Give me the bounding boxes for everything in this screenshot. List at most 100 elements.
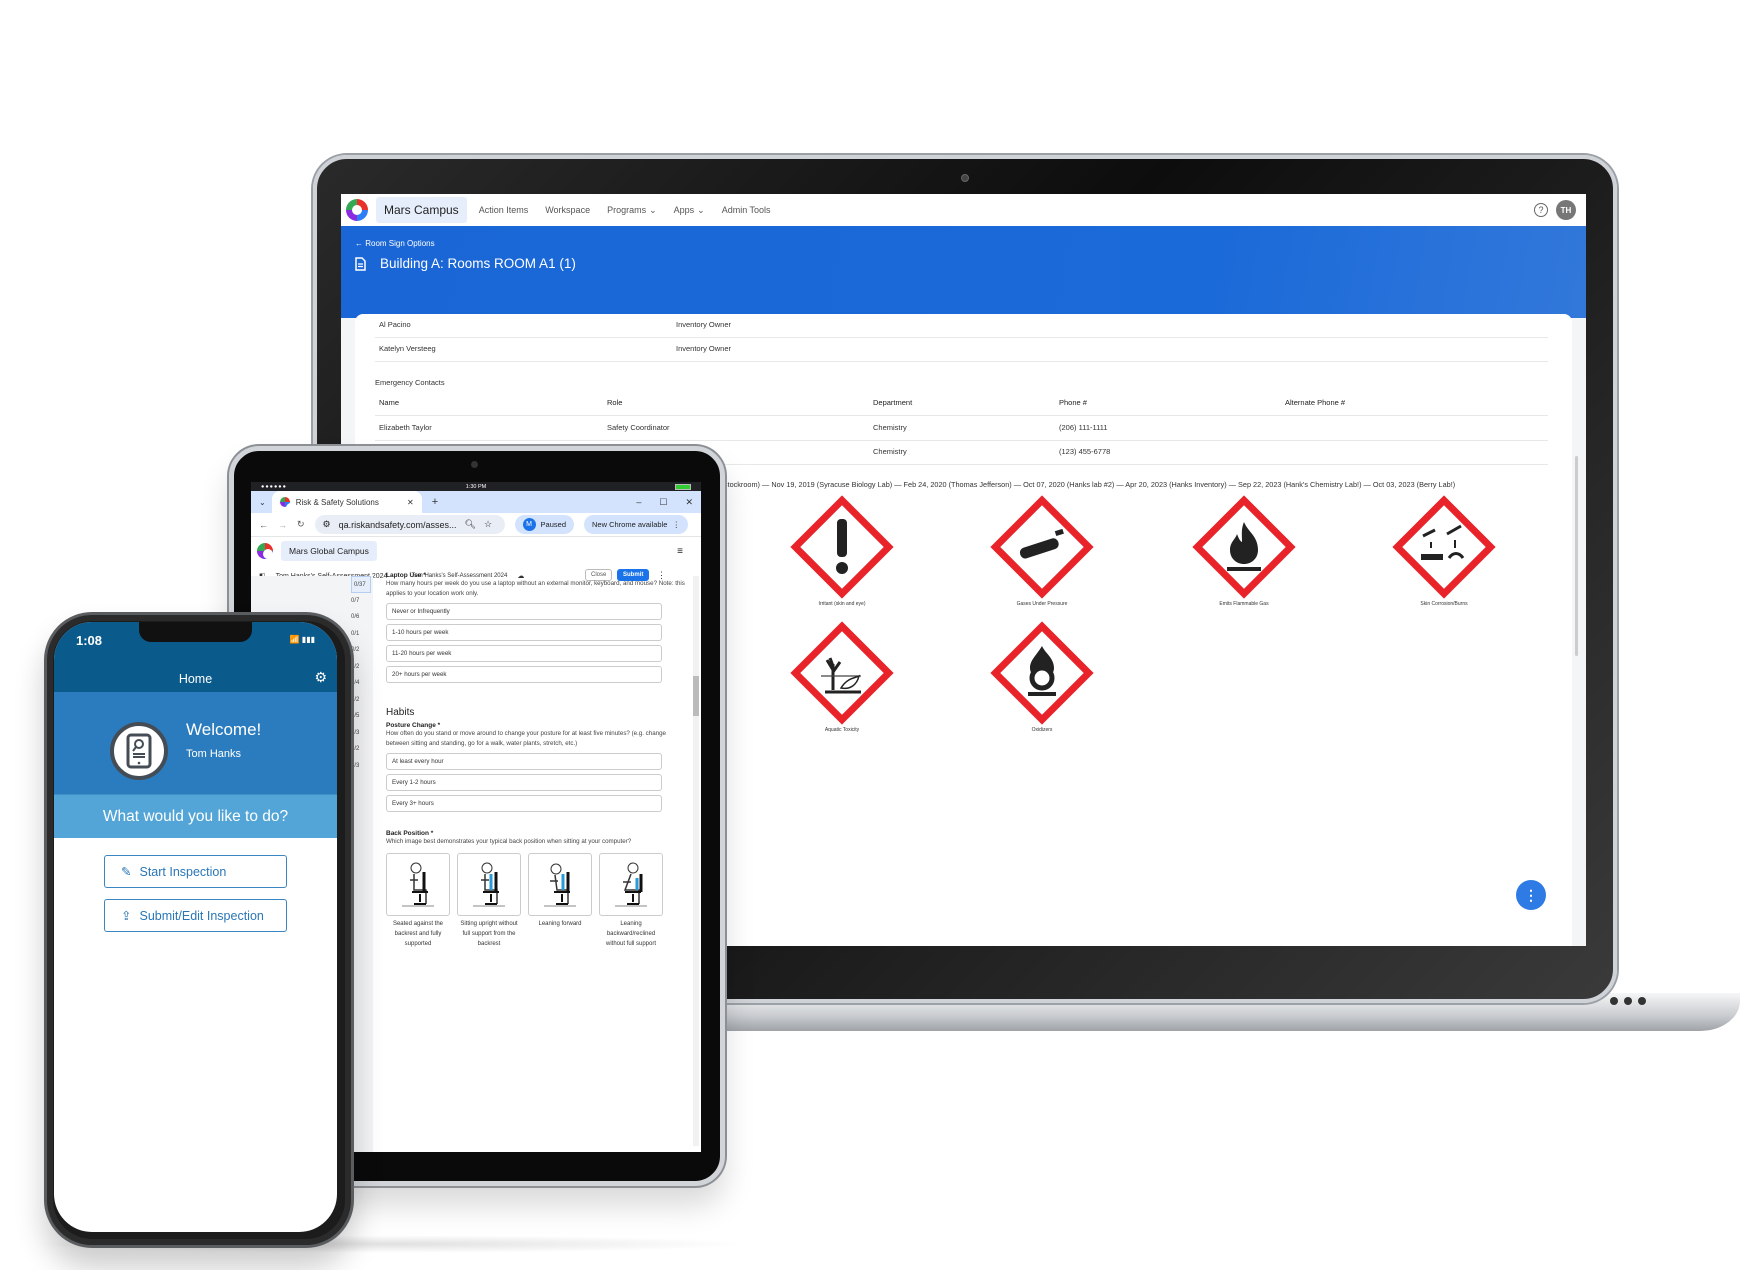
nav-programs[interactable]: Programs ⌄ bbox=[607, 205, 657, 216]
question-description: Which image best demonstrates your typic… bbox=[386, 838, 632, 845]
wifi-battery-icon: 📶 ▮▮▮ bbox=[289, 635, 315, 644]
exclamation-icon bbox=[790, 495, 894, 599]
posture-label: Leaning forward bbox=[538, 921, 582, 927]
posture-option[interactable]: Sitting upright without full support fro… bbox=[457, 853, 521, 949]
nav-label: Admin Tools bbox=[721, 205, 771, 215]
tablet-status-bar: ●●●●●● 1:30 PM bbox=[251, 482, 701, 491]
section-count[interactable]: 0/3 bbox=[351, 758, 371, 775]
section-count[interactable]: 0/5 bbox=[351, 708, 371, 725]
user-avatar[interactable]: TH bbox=[1556, 200, 1576, 220]
posture-image-options: Seated against the backrest and fully su… bbox=[386, 853, 686, 949]
section-heading: Habits bbox=[386, 707, 415, 718]
back-icon[interactable]: ← bbox=[259, 520, 268, 530]
column-header-phone: Phone # bbox=[1059, 398, 1087, 407]
battery-icon bbox=[675, 483, 691, 490]
page-title: Building A: Rooms ROOM A1 (1) bbox=[355, 256, 576, 271]
answer-option[interactable]: 11-20 hours per week bbox=[386, 645, 662, 662]
app-header: Mars Global Campus ≡ bbox=[251, 537, 701, 565]
gear-icon[interactable]: ⚙ bbox=[314, 669, 327, 686]
forward-icon[interactable]: → bbox=[278, 520, 287, 530]
address-bar[interactable]: ⚙ qa.riskandsafety.com/asses... 🔍︎ ☆ bbox=[314, 515, 505, 534]
browser-tab[interactable]: Risk & Safety Solutions ✕ bbox=[271, 491, 422, 513]
emergency-contacts-label: Emergency Contacts bbox=[375, 378, 445, 387]
section-count[interactable]: 0/3 bbox=[351, 725, 371, 742]
hamburger-menu-icon[interactable]: ≡ bbox=[677, 546, 683, 557]
phone-header: 1:08 📶 ▮▮▮ Home ⚙ bbox=[54, 622, 337, 692]
answer-option[interactable]: Never or Infrequently bbox=[386, 603, 662, 620]
question-description: How many hours per week do you use a lap… bbox=[386, 580, 685, 597]
bookmark-star-icon[interactable]: ☆ bbox=[484, 519, 492, 530]
section-count[interactable]: 0/2 bbox=[351, 741, 371, 758]
section-count[interactable]: 0/4 bbox=[351, 675, 371, 692]
section-count[interactable]: 0/2 bbox=[351, 659, 371, 676]
maximize-icon[interactable]: ☐ bbox=[659, 497, 667, 508]
form-scrollbar[interactable] bbox=[693, 576, 699, 1146]
page-scrollbar[interactable] bbox=[1575, 456, 1578, 656]
inventory-timeline: y Stockroom) — Nov 19, 2019 (Syracuse Bi… bbox=[717, 480, 1456, 489]
answer-option[interactable]: 20+ hours per week bbox=[386, 666, 662, 683]
browser-tab-strip: ⌄ Risk & Safety Solutions ✕ + – ☐ ✕ bbox=[251, 491, 701, 513]
close-tab-icon[interactable]: ✕ bbox=[407, 498, 414, 507]
top-nav: Mars Campus Action Items Workspace Progr… bbox=[341, 194, 1586, 226]
hazard-label: Gases Under Pressure bbox=[1016, 601, 1068, 607]
campus-selector[interactable]: Mars Global Campus bbox=[281, 541, 377, 561]
ghs-flammable: Emits Flammable Gas bbox=[1191, 494, 1297, 607]
app-logo-icon[interactable] bbox=[257, 543, 273, 559]
profile-avatar: M bbox=[522, 518, 536, 531]
contact-department: Chemistry bbox=[873, 423, 907, 432]
minimize-icon[interactable]: – bbox=[636, 497, 641, 508]
gas-cylinder-icon bbox=[990, 495, 1094, 599]
nav-label: Workspace bbox=[545, 205, 591, 215]
document-icon bbox=[355, 256, 366, 271]
section-count[interactable]: 0/2 bbox=[351, 642, 371, 659]
nav-apps[interactable]: Apps ⌄ bbox=[674, 205, 705, 216]
answer-option[interactable]: At least every hour bbox=[386, 753, 662, 770]
ghs-oxidizer: Oxidizers bbox=[989, 620, 1095, 733]
submit-edit-inspection-button[interactable]: ⇪ Submit/Edit Inspection bbox=[104, 899, 287, 932]
more-actions-fab[interactable]: ⋮ bbox=[1516, 880, 1546, 910]
signal-icon: ●●●●●● bbox=[261, 483, 287, 490]
posture-seated-icon bbox=[402, 862, 434, 906]
reload-icon[interactable]: ↻ bbox=[297, 519, 305, 530]
section-count[interactable]: 0/2 bbox=[351, 692, 371, 709]
chrome-update-button[interactable]: New Chrome available ⋮ bbox=[583, 515, 688, 534]
profile-button[interactable]: M Paused bbox=[514, 515, 574, 534]
posture-option[interactable]: Leaning forward bbox=[528, 853, 592, 949]
help-icon[interactable]: ? bbox=[1534, 203, 1548, 217]
app-logo-icon[interactable] bbox=[346, 199, 368, 221]
share-box-icon: ⇪ bbox=[121, 909, 132, 923]
favicon-icon bbox=[279, 497, 296, 513]
profile-status: Paused bbox=[540, 520, 566, 529]
section-count[interactable]: 0/37 bbox=[351, 576, 371, 593]
site-info-icon[interactable]: ⚙ bbox=[323, 519, 331, 530]
assessment-form: Laptop Use * How many hours per week do … bbox=[386, 572, 686, 949]
section-count[interactable]: 0/7 bbox=[351, 593, 371, 610]
answer-option[interactable]: Every 1-2 hours bbox=[386, 774, 662, 791]
posture-option[interactable]: Leaning backward/reclined without full s… bbox=[599, 853, 663, 949]
answer-option[interactable]: 1-10 hours per week bbox=[386, 624, 662, 641]
answer-option[interactable]: Every 3+ hours bbox=[386, 795, 662, 812]
tab-title: Risk & Safety Solutions bbox=[295, 497, 379, 507]
campus-selector[interactable]: Mars Campus bbox=[376, 197, 467, 223]
back-link[interactable]: ← Room Sign Options bbox=[355, 239, 435, 248]
column-header-name: Name bbox=[379, 398, 400, 407]
tab-search-chevron-icon[interactable]: ⌄ bbox=[259, 498, 266, 507]
posture-option[interactable]: Seated against the backrest and fully su… bbox=[386, 853, 450, 949]
arrow-left-icon: ← bbox=[355, 239, 366, 248]
nav-workspace[interactable]: Workspace bbox=[545, 205, 590, 215]
nav-admin-tools[interactable]: Admin Tools bbox=[722, 205, 771, 215]
emergency-table-header: Name Role Department Phone # Alternate P… bbox=[375, 392, 1548, 416]
close-window-icon[interactable]: ✕ bbox=[685, 497, 693, 508]
update-label: New Chrome available bbox=[591, 520, 668, 529]
nav-label: Programs bbox=[607, 205, 647, 215]
section-count[interactable]: 0/1 bbox=[351, 626, 371, 643]
ghs-irritant: Irritant (skin and eye) bbox=[789, 494, 895, 607]
section-count[interactable]: 0/6 bbox=[351, 609, 371, 626]
new-tab-button[interactable]: + bbox=[432, 496, 438, 508]
nav-action-items[interactable]: Action Items bbox=[479, 205, 529, 215]
zoom-icon[interactable]: 🔍︎ bbox=[465, 519, 476, 530]
start-inspection-button[interactable]: ✎ Start Inspection bbox=[104, 855, 287, 888]
browser-toolbar: ← → ↻ ⚙ qa.riskandsafety.com/asses... 🔍︎… bbox=[251, 513, 701, 537]
contact-role: Safety Coordinator bbox=[607, 423, 670, 432]
nav-label: Action Items bbox=[478, 205, 529, 215]
